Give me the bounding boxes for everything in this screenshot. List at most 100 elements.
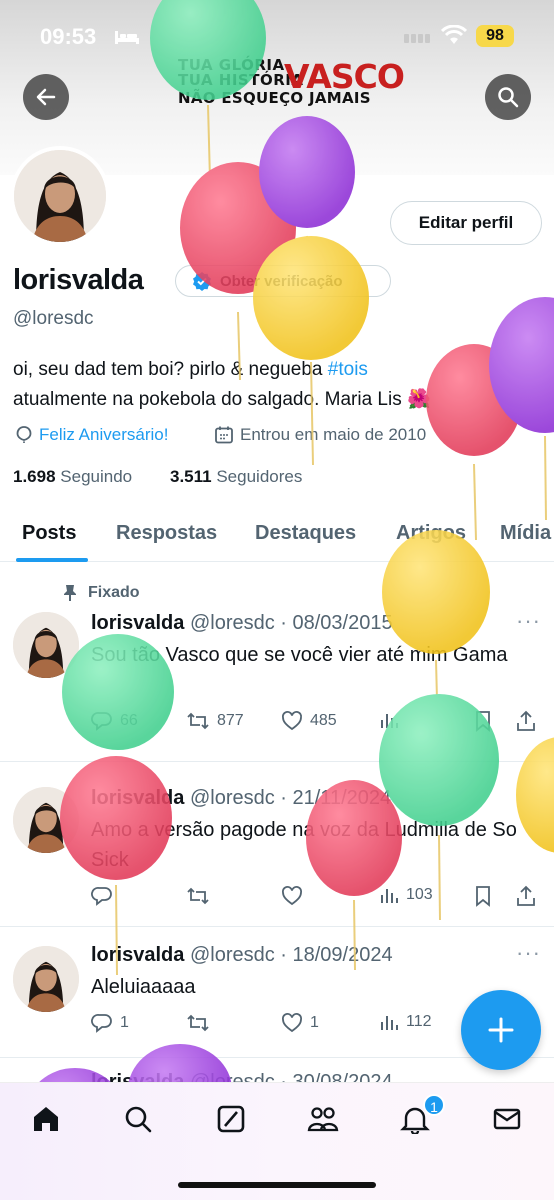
tweet-avatar[interactable]: [13, 612, 79, 678]
retweet-icon: [187, 887, 209, 905]
bio-line2: atualmente na pokebola do salgado. Maria…: [13, 389, 431, 410]
nav-communities[interactable]: [307, 1103, 339, 1135]
search-button[interactable]: [485, 74, 531, 120]
retweet-icon: [187, 712, 209, 730]
views-button[interactable]: 103: [379, 885, 433, 905]
home-indicator: [178, 1182, 376, 1188]
tweet-avatar[interactable]: [13, 946, 79, 1012]
pinned-label: Fixado: [88, 584, 140, 601]
retweet-icon: [187, 1014, 209, 1032]
views-icon: [381, 714, 398, 728]
plus-icon: [488, 1017, 514, 1043]
tweet-more-button[interactable]: ···: [516, 608, 541, 634]
profile-avatar[interactable]: [10, 146, 110, 246]
battery-indicator: 98: [476, 25, 514, 47]
cellular-signal-icon: [404, 30, 432, 48]
share-button[interactable]: [516, 710, 536, 732]
joined-item: Entrou em maio de 2010: [214, 425, 426, 445]
get-verified-button[interactable]: Obter verificação: [175, 265, 391, 297]
nav-home[interactable]: [30, 1103, 62, 1135]
tweet-text: Aleluiaaaaa: [91, 976, 196, 998]
home-icon: [34, 1107, 58, 1131]
mail-icon: [493, 1108, 521, 1130]
profile-bio: oi, seu dad tem boi? pirlo & negueba #to…: [13, 355, 543, 415]
tweet-text: Amo a versão pagode na voz da Ludmilla d…: [91, 819, 517, 871]
status-bar: 09:53 98: [0, 0, 554, 72]
compose-button[interactable]: [461, 990, 541, 1070]
verified-badge-icon: [193, 272, 211, 291]
birthday-item[interactable]: Feliz Aniversário!: [15, 425, 168, 445]
tweet-author[interactable]: lorisvalda: [91, 787, 184, 809]
back-button[interactable]: [23, 74, 69, 120]
bio-hashtag-link[interactable]: #tois: [328, 359, 368, 380]
reply-icon: [91, 1014, 112, 1033]
reply-button[interactable]: [91, 885, 113, 907]
tweet-item[interactable]: Fixado lorisvalda @loresdc · 08/03/2015 …: [0, 562, 554, 762]
communities-icon: [307, 1107, 339, 1132]
balloon-yellow: [253, 236, 369, 360]
like-button[interactable]: 485: [281, 710, 337, 732]
tweet-item[interactable]: lorisvalda @loresdc · 21/11/2024 Amo a v…: [0, 763, 554, 927]
profile-handle: @loresdc: [13, 308, 94, 329]
tweet-more-button[interactable]: ···: [516, 940, 541, 966]
tab-replies[interactable]: Respostas: [116, 522, 217, 545]
bookmark-icon: [476, 711, 490, 732]
like-button[interactable]: [281, 885, 303, 907]
tab-media[interactable]: Mídia: [500, 522, 551, 545]
tab-posts[interactable]: Posts: [22, 522, 76, 545]
status-time: 09:53: [40, 24, 97, 49]
tweet-header: lorisvalda @loresdc · 18/09/2024: [91, 944, 393, 967]
retweet-button[interactable]: [186, 1012, 210, 1034]
nav-grok[interactable]: [215, 1103, 247, 1135]
followers-link[interactable]: 3.511 Seguidores: [170, 467, 302, 487]
search-icon: [125, 1106, 152, 1133]
tweet-meta: @loresdc · 08/03/2015: [189, 612, 393, 634]
views-icon: [381, 1016, 398, 1030]
following-label: Seguindo: [60, 467, 133, 486]
views-icon: [381, 889, 398, 903]
followers-label: Seguidores: [216, 467, 303, 486]
retweet-count: 877: [217, 712, 244, 729]
joined-date: Entrou em maio de 2010: [240, 425, 427, 444]
tweet-actions: 66 877 485: [91, 710, 541, 734]
tweet-avatar[interactable]: [13, 787, 79, 853]
following-link[interactable]: 1.698 Seguindo: [13, 467, 132, 487]
tab-highlights[interactable]: Destaques: [255, 522, 356, 545]
reply-count: 1: [120, 1014, 129, 1031]
views-button[interactable]: 112: [379, 1012, 432, 1032]
tweet-actions: 103: [91, 885, 541, 909]
tweet-author[interactable]: lorisvalda: [91, 944, 184, 966]
edit-profile-button[interactable]: Editar perfil: [390, 201, 542, 245]
reply-icon: [91, 887, 112, 906]
nav-messages[interactable]: [491, 1103, 523, 1135]
bookmark-button[interactable]: [474, 885, 492, 907]
heart-icon: [282, 1013, 302, 1033]
like-button[interactable]: 1: [281, 1012, 319, 1034]
like-count: 1: [310, 1014, 319, 1031]
share-icon: [517, 885, 535, 906]
tweet-text: Sou tão Vasco que se você vier até mim G…: [91, 644, 508, 666]
profile-tabs: Posts Respostas Destaques Artigos Mídia: [0, 505, 554, 562]
reply-button[interactable]: 1: [91, 1012, 129, 1034]
birthday-link[interactable]: Feliz Aniversário!: [39, 425, 168, 445]
wifi-icon: [441, 25, 467, 44]
tab-articles[interactable]: Artigos: [396, 522, 466, 545]
tweet-author[interactable]: lorisvalda: [91, 612, 184, 634]
share-button[interactable]: [516, 885, 536, 907]
views-count: 103: [406, 886, 433, 903]
bookmark-icon: [476, 886, 490, 907]
reply-button[interactable]: 66: [91, 710, 138, 732]
views-button[interactable]: [379, 710, 406, 730]
following-count: 1.698: [13, 467, 56, 486]
like-count: 485: [310, 712, 337, 729]
sleep-focus-icon: [115, 31, 139, 44]
calendar-icon: [215, 426, 233, 444]
retweet-button[interactable]: 877: [186, 710, 244, 732]
retweet-button[interactable]: [186, 885, 210, 907]
tweet-header: lorisvalda @loresdc · 21/11/2024: [91, 787, 391, 810]
bookmark-button[interactable]: [474, 710, 492, 732]
verify-label: Obter verificação: [220, 272, 343, 290]
reply-count: 66: [120, 712, 138, 729]
nav-search[interactable]: [122, 1103, 154, 1135]
heart-icon: [282, 886, 302, 906]
